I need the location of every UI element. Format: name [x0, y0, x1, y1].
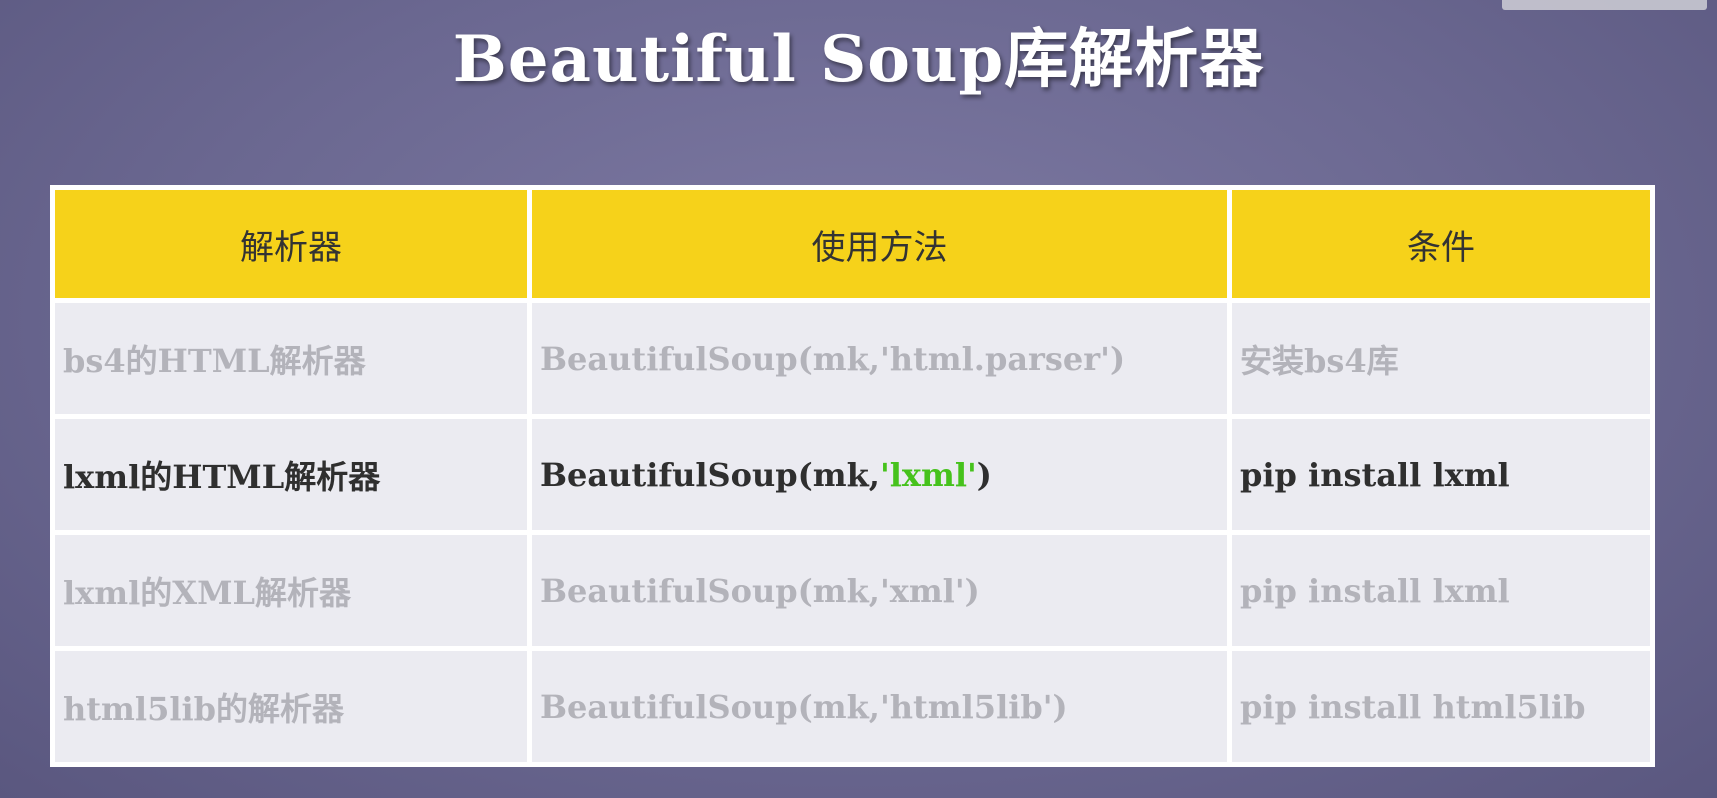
table-row: lxml的XML解析器 BeautifulSoup(mk,'xml') pip …: [55, 535, 1650, 646]
cell-condition: pip install lxml: [1232, 419, 1650, 530]
cell-condition: 安装bs4库: [1232, 303, 1650, 414]
method-suffix: ): [1052, 687, 1068, 726]
method-arg: 'html5lib': [879, 687, 1053, 726]
cell-parser: lxml的XML解析器: [55, 535, 527, 646]
method-suffix: ): [964, 571, 980, 610]
cell-condition: pip install html5lib: [1232, 651, 1650, 762]
cell-method: BeautifulSoup(mk,'html.parser'): [532, 303, 1227, 414]
method-arg: 'html.parser': [879, 339, 1110, 378]
method-suffix: ): [1109, 339, 1126, 378]
method-prefix: BeautifulSoup(mk,: [540, 339, 880, 378]
header-parser: 解析器: [55, 190, 527, 298]
parser-table: 解析器 使用方法 条件 bs4的HTML解析器 BeautifulSoup(mk…: [50, 185, 1655, 767]
cell-method: BeautifulSoup(mk,'html5lib'): [532, 651, 1227, 762]
cell-method: BeautifulSoup(mk,'lxml'): [532, 419, 1227, 530]
method-prefix: BeautifulSoup(mk,: [540, 687, 880, 726]
cell-method: BeautifulSoup(mk,'xml'): [532, 535, 1227, 646]
table-row: bs4的HTML解析器 BeautifulSoup(mk,'html.parse…: [55, 303, 1650, 414]
table-header-row: 解析器 使用方法 条件: [55, 190, 1650, 298]
method-arg: 'xml': [879, 571, 965, 610]
method-prefix: BeautifulSoup(mk,: [540, 571, 880, 610]
corner-logo: [1502, 0, 1707, 10]
header-condition: 条件: [1232, 190, 1650, 298]
method-arg: 'lxml': [879, 455, 977, 494]
cell-parser: html5lib的解析器: [55, 651, 527, 762]
cell-parser: bs4的HTML解析器: [55, 303, 527, 414]
method-prefix: BeautifulSoup(mk,: [540, 455, 880, 494]
slide-title: Beautiful Soup库解析器: [452, 22, 1265, 97]
table-row: html5lib的解析器 BeautifulSoup(mk,'html5lib'…: [55, 651, 1650, 762]
header-method: 使用方法: [532, 190, 1227, 298]
table-row-highlighted: lxml的HTML解析器 BeautifulSoup(mk,'lxml') pi…: [55, 419, 1650, 530]
method-suffix: ): [976, 455, 992, 494]
cell-condition: pip install lxml: [1232, 535, 1650, 646]
cell-parser: lxml的HTML解析器: [55, 419, 527, 530]
